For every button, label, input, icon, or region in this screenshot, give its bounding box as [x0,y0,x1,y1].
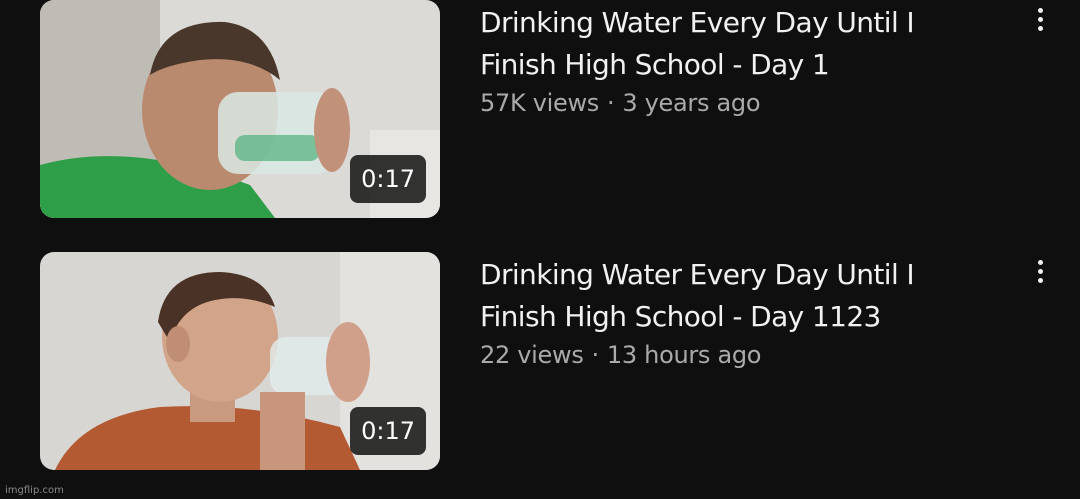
video-thumbnail[interactable]: 0:17 [40,0,440,218]
view-count: 57K views [480,89,599,117]
video-duration-badge: 0:17 [350,155,426,203]
video-thumbnail[interactable]: 0:17 [40,252,440,470]
video-title-line: Drinking Water Every Day Until I [480,258,915,291]
more-vert-icon[interactable] [1024,4,1056,44]
video-title-line: Finish High School - Day 1 [480,48,830,81]
video-list-item[interactable]: 0:17 Drinking Water Every Day Until I Fi… [0,0,1080,222]
video-metadata: 57K views · 3 years ago [480,86,761,120]
video-title-line: Finish High School - Day 1123 [480,300,881,333]
meta-separator: · [606,89,615,117]
upload-age: 3 years ago [622,89,761,117]
video-metadata: 22 views · 13 hours ago [480,338,762,372]
upload-age: 13 hours ago [606,341,762,369]
view-count: 22 views [480,341,584,369]
video-title[interactable]: Drinking Water Every Day Until I Finish … [480,254,1000,338]
video-duration-badge: 0:17 [350,407,426,455]
video-title-line: Drinking Water Every Day Until I [480,6,915,39]
watermark: imgflip.com [5,485,64,496]
video-title[interactable]: Drinking Water Every Day Until I Finish … [480,2,1000,86]
more-vert-icon[interactable] [1024,256,1056,296]
meta-separator: · [591,341,600,369]
video-list-item[interactable]: 0:17 Drinking Water Every Day Until I Fi… [0,252,1080,474]
